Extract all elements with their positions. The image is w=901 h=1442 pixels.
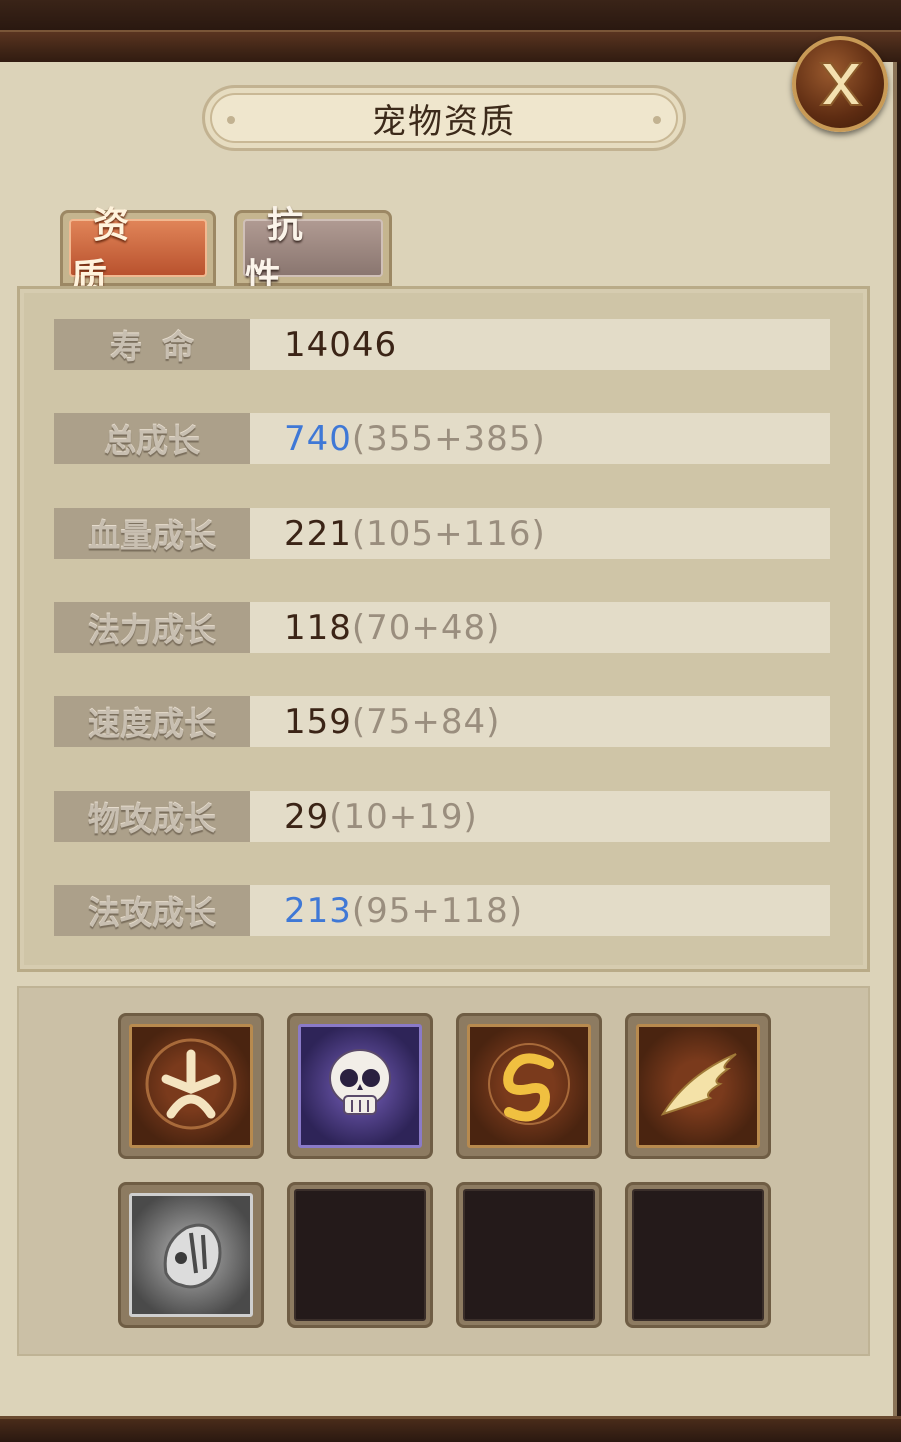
plaque-ornament: [227, 116, 235, 124]
stat-detail: (70+48): [351, 607, 501, 648]
stat-detail: (75+84): [351, 701, 501, 742]
empty-skill-slot[interactable]: [625, 1182, 771, 1328]
skill-slot[interactable]: [118, 1182, 264, 1328]
stat-value-cell: 159 (75+84): [250, 696, 830, 747]
stat-value-cell: 213 (95+118): [250, 885, 830, 936]
stat-label: 速度成长: [54, 696, 250, 747]
stat-value: 29: [284, 796, 330, 837]
stat-value-cell: 118 (70+48): [250, 602, 830, 653]
skill-slot-face: [294, 1189, 426, 1321]
skill-slot[interactable]: [287, 1013, 433, 1159]
stat-value-cell: 29 (10+19): [250, 791, 830, 842]
stat-row: 血量成长 221 (105+116): [54, 508, 830, 559]
skill-slot[interactable]: [456, 1013, 602, 1159]
title-plaque: 宠物资质: [202, 85, 686, 151]
skill-slot-face: [467, 1024, 591, 1148]
stat-row: 法攻成长 213 (95+118): [54, 885, 830, 936]
skill-slot-face: [632, 1189, 764, 1321]
stat-row: 物攻成长 29 (10+19): [54, 791, 830, 842]
top-rail: [0, 30, 901, 64]
stat-value: 221: [284, 513, 352, 554]
stat-label: 物攻成长: [54, 791, 250, 842]
plaque-ornament: [653, 116, 661, 124]
stat-label: 血量成长: [54, 508, 250, 559]
skill-slot-face: [463, 1189, 595, 1321]
wing-icon: [648, 1034, 748, 1138]
swirl-icon: [479, 1034, 579, 1138]
tab-resistance[interactable]: 抗性: [234, 205, 392, 298]
page-title: 宠物资质: [372, 101, 516, 142]
stat-value-cell: 740 (355+385): [250, 413, 830, 464]
star-rune-icon: [141, 1034, 241, 1138]
stat-detail: (105+116): [351, 513, 546, 554]
stat-value: 14046: [284, 324, 398, 365]
skill-slot-face: [636, 1024, 760, 1148]
stat-value: 740: [284, 418, 352, 459]
skull-icon: [310, 1034, 410, 1138]
skill-slot-face: [129, 1193, 253, 1317]
stat-value: 213: [284, 890, 352, 931]
stat-label: 寿命: [54, 319, 250, 370]
stat-detail: (355+385): [351, 418, 546, 459]
stat-row: 速度成长 159 (75+84): [54, 696, 830, 747]
tab-resistance-label: 抗性: [243, 205, 383, 298]
skill-slot[interactable]: [118, 1013, 264, 1159]
close-button[interactable]: [792, 36, 888, 132]
beast-head-icon: [141, 1203, 241, 1307]
stat-value: 159: [284, 701, 352, 742]
skill-slot-face: [129, 1024, 253, 1148]
empty-skill-slot[interactable]: [456, 1182, 602, 1328]
stat-row: 寿命 14046: [54, 319, 830, 370]
skill-slot-face: [298, 1024, 422, 1148]
stat-value: 118: [284, 607, 352, 648]
bottom-rail: [0, 1416, 901, 1442]
stat-row: 法力成长 118 (70+48): [54, 602, 830, 653]
skill-slot[interactable]: [625, 1013, 771, 1159]
stat-value-cell: 14046: [250, 319, 830, 370]
stat-label: 法力成长: [54, 602, 250, 653]
empty-skill-slot[interactable]: [287, 1182, 433, 1328]
stat-row: 总成长 740 (355+385): [54, 413, 830, 464]
top-bar: [0, 0, 901, 32]
tab-aptitude-label: 资质: [69, 205, 207, 298]
stat-detail: (10+19): [329, 796, 478, 837]
stat-detail: (95+118): [351, 890, 524, 931]
tab-aptitude[interactable]: 资质: [60, 205, 216, 298]
stat-label: 法攻成长: [54, 885, 250, 936]
stat-label: 总成长: [54, 413, 250, 464]
stat-value-cell: 221 (105+116): [250, 508, 830, 559]
close-icon: [818, 62, 864, 106]
